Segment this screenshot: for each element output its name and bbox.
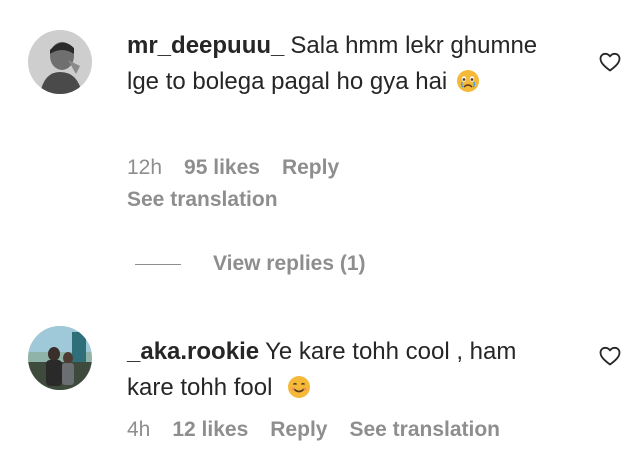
crying-face-emoji-icon xyxy=(456,68,480,92)
like-heart-icon[interactable] xyxy=(598,50,622,74)
like-heart-icon[interactable] xyxy=(598,344,622,368)
avatar-image xyxy=(28,30,92,94)
avatar[interactable] xyxy=(28,30,92,94)
avatar-image xyxy=(28,326,92,390)
comment-likes[interactable]: 95 likes xyxy=(184,156,260,180)
reply-button[interactable]: Reply xyxy=(282,156,339,180)
comment-time: 12h xyxy=(127,156,163,179)
smiling-face-emoji-icon xyxy=(287,374,311,398)
comment-text: mr_deepuuu_ Sala hmm lekr ghumne lge to b… xyxy=(127,28,567,100)
see-translation-button[interactable]: See translation xyxy=(349,418,500,442)
view-replies-label[interactable]: View replies (1) xyxy=(213,252,366,276)
reply-button[interactable]: Reply xyxy=(270,418,327,442)
comment-time: 4h xyxy=(127,418,151,441)
comment-likes[interactable]: 12 likes xyxy=(172,418,248,442)
view-replies-button[interactable]: View replies (1) xyxy=(135,252,366,276)
comment-username[interactable]: mr_deepuuu_ xyxy=(127,32,284,59)
comment-text: _aka.rookie Ye kare tohh cool , ham kare … xyxy=(127,334,567,406)
view-replies-divider xyxy=(135,263,181,265)
comment-meta: 4h 12 likes Reply See translation xyxy=(127,418,500,442)
comment-meta: 12h 95 likes Reply xyxy=(127,156,361,180)
comment-username[interactable]: _aka.rookie xyxy=(127,338,259,365)
avatar[interactable] xyxy=(28,326,92,390)
see-translation-button[interactable]: See translation xyxy=(127,188,278,212)
